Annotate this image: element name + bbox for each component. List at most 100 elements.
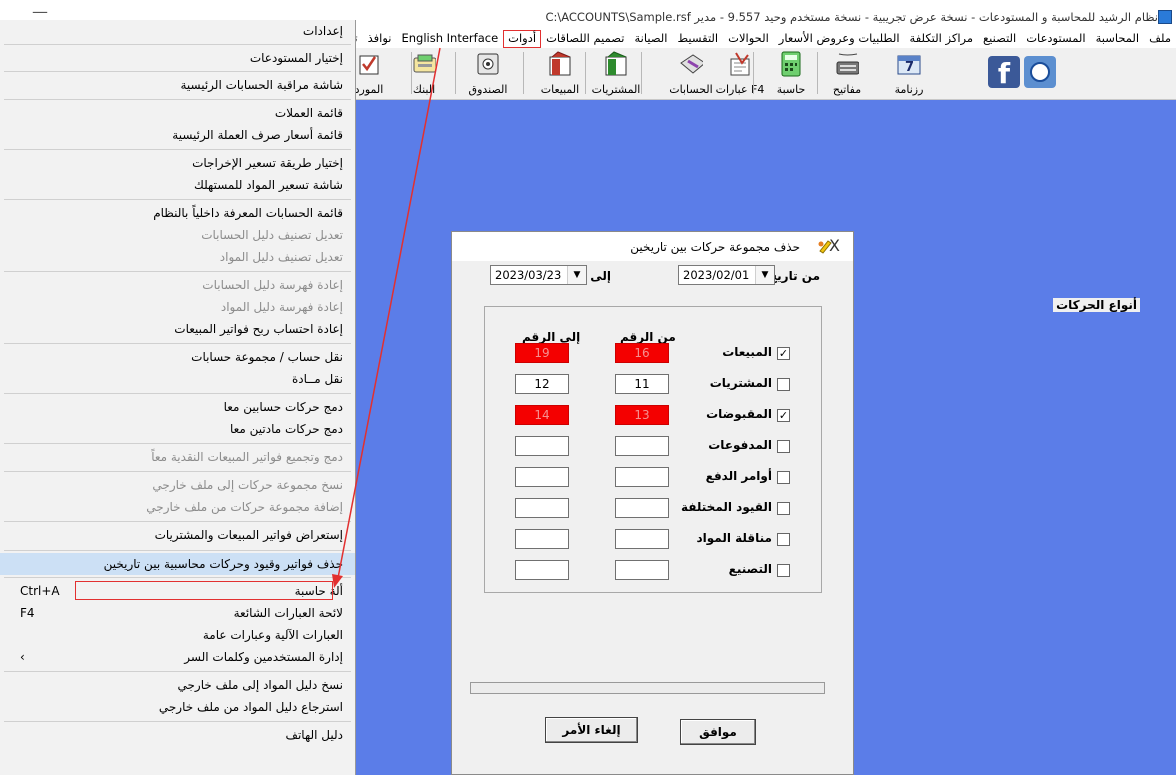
toolbar-button-sales[interactable]: المبيعات	[536, 48, 584, 98]
phrases-icon	[728, 51, 752, 77]
cancel-button[interactable]: إلغاء الأمر	[545, 717, 638, 743]
menu-item[interactable]: شاشة مراقبة الحسابات الرئيسية	[0, 74, 355, 96]
toolbar-button-purchases[interactable]: المشتريات	[592, 48, 640, 98]
menu-item-label: دمج حركات حسابين معا	[223, 400, 343, 414]
menu-item[interactable]: استرجاع دليل المواد من ملف خارجي	[0, 696, 355, 718]
minimize-button[interactable]: —	[32, 2, 48, 21]
menu-item[interactable]: إعدادات	[0, 20, 355, 42]
menu-item-label: شاشة مراقبة الحسابات الرئيسية	[180, 78, 343, 92]
menu-item[interactable]: حذف فواتير وقيود وحركات محاسبية بين تاري…	[0, 553, 355, 575]
menu-item[interactable]: دمج حركات مادتين معا	[0, 418, 355, 440]
toolbar-label: البنك	[412, 83, 436, 96]
facebook-icon[interactable]: f	[988, 56, 1020, 90]
menu-item[interactable]: نقل مــادة	[0, 368, 355, 390]
menu-separator	[4, 471, 351, 472]
toolbar-button-calculator[interactable]: حاسبة	[767, 48, 815, 98]
globe-icon[interactable]	[1024, 56, 1056, 88]
menubar-item[interactable]: المحاسبة	[1091, 30, 1145, 48]
menu-separator	[4, 577, 351, 578]
transaction-types-label: أنواع الحركات	[1053, 298, 1140, 312]
menubar-item[interactable]: تصميم اللصاقات	[541, 30, 629, 48]
menu-item[interactable]: العبارات الآلية وعبارات عامة	[0, 624, 355, 646]
menu-item-label: قائمة الحسابات المعرفة داخلياً بالنظام	[153, 206, 343, 220]
toolbar-button-accounts[interactable]: الحسابات	[667, 48, 715, 98]
to-date-picker[interactable]: 2023/03/23 ▼	[490, 265, 587, 285]
menu-item[interactable]: دمج حركات حسابين معا	[0, 396, 355, 418]
menu-item-label: قائمة العملات	[274, 106, 343, 120]
from-number-field[interactable]: 11	[615, 374, 669, 394]
toolbar-button-safe[interactable]: الصندوق	[464, 48, 512, 98]
menu-item: إعادة فهرسة دليل المواد	[0, 296, 355, 318]
menu-separator	[4, 271, 351, 272]
to-number-field[interactable]	[515, 560, 569, 580]
from-number-field[interactable]	[615, 467, 669, 487]
to-number-field[interactable]: 12	[515, 374, 569, 394]
accounts-icon	[679, 51, 703, 77]
menu-item[interactable]: لائحة العبارات الشائعة F4	[0, 602, 355, 624]
transaction-type-checkbox[interactable]	[777, 533, 790, 546]
menubar-item[interactable]: التقسيط	[673, 30, 724, 48]
menu-item-label: تعديل تصنيف دليل الحسابات	[201, 228, 343, 242]
to-number-field[interactable]: 14	[515, 405, 569, 425]
from-number-field[interactable]	[615, 529, 669, 549]
to-number-field[interactable]	[515, 498, 569, 518]
from-number-field[interactable]: 13	[615, 405, 669, 425]
toolbar-label: مفاتيح	[832, 83, 862, 96]
menu-item-label: شاشة تسعير المواد للمستهلك	[193, 178, 343, 192]
menu-item: دمج وتجميع فواتير المبيعات النقدية معاً	[0, 446, 355, 468]
menu-item[interactable]: إعادة احتساب ربح فواتير المبيعات	[0, 318, 355, 340]
to-number-field[interactable]	[515, 529, 569, 549]
menu-separator	[4, 149, 351, 150]
from-number-field[interactable]	[615, 498, 669, 518]
to-number-field[interactable]	[515, 436, 569, 456]
dialog-title-bar: X حذف مجموعة حركات بين تاريخين	[452, 232, 853, 261]
from-number-field[interactable]	[615, 560, 669, 580]
transaction-type-checkbox[interactable]	[777, 471, 790, 484]
transaction-type-label: المشتريات	[709, 376, 772, 390]
chevron-down-icon[interactable]: ▼	[567, 266, 586, 284]
menu-item[interactable]: قائمة الحسابات المعرفة داخلياً بالنظام	[0, 202, 355, 224]
from-date-picker[interactable]: 2023/02/01 ▼	[678, 265, 775, 285]
menu-item[interactable]: نقل حساب / مجموعة حسابات	[0, 346, 355, 368]
toolbar-button-bank[interactable]: البنك	[400, 48, 448, 98]
from-number-field[interactable]: 16	[615, 343, 669, 363]
to-number-field[interactable]	[515, 467, 569, 487]
menu-item[interactable]: نسخ دليل المواد إلى ملف خارجي	[0, 674, 355, 696]
menu-item[interactable]: دليل الهاتف	[0, 724, 355, 746]
menu-item[interactable]: إختيار المستودعات	[0, 47, 355, 69]
menu-item[interactable]: إدارة المستخدمين وكلمات السر ‹	[0, 646, 355, 668]
menubar-item[interactable]: الطلبيات وعروض الأسعار	[774, 30, 905, 48]
toolbar-button-keyboard[interactable]: مفاتيح	[823, 48, 871, 98]
menubar-item[interactable]: نوافذ	[363, 30, 397, 48]
menubar-item[interactable]: أدوات	[503, 30, 542, 48]
menubar-item[interactable]: المستودعات	[1021, 30, 1090, 48]
tools-menu: إعدادات إختيار المستودعات شاشة مراقبة الحس…	[0, 20, 356, 775]
toolbar-button-phrases[interactable]: عبارات F4	[716, 48, 764, 98]
to-number-field[interactable]: 19	[515, 343, 569, 363]
menu-separator	[4, 99, 351, 100]
menubar-item[interactable]: التصنيع	[978, 30, 1021, 48]
ok-button[interactable]: موافق	[680, 719, 756, 745]
from-number-field[interactable]	[615, 436, 669, 456]
menubar-item[interactable]: English Interface	[396, 30, 503, 48]
toolbar-button-calendar[interactable]: 7 رزنامة	[885, 48, 933, 98]
menubar-item[interactable]: ملف	[1144, 30, 1176, 48]
chevron-down-icon[interactable]: ▼	[755, 266, 774, 284]
transaction-type-checkbox[interactable]: ✓	[777, 347, 790, 360]
menu-separator	[4, 671, 351, 672]
menu-item[interactable]: شاشة تسعير المواد للمستهلك	[0, 174, 355, 196]
transaction-type-checkbox[interactable]	[777, 440, 790, 453]
menu-item[interactable]: إستعراض فواتير المبيعات والمشتريات	[0, 524, 355, 546]
transaction-type-checkbox[interactable]	[777, 564, 790, 577]
menu-item-label: إعادة فهرسة دليل المواد	[220, 300, 343, 314]
menu-item[interactable]: إختيار طريقة تسعير الإخراجات	[0, 152, 355, 174]
pencil-icon	[818, 240, 832, 254]
transaction-type-checkbox[interactable]: ✓	[777, 409, 790, 422]
transaction-type-checkbox[interactable]	[777, 502, 790, 515]
menubar-item[interactable]: الصيانة	[629, 30, 672, 48]
menubar-item[interactable]: الحوالات	[723, 30, 774, 48]
menubar-item[interactable]: مراكز التكلفة	[905, 30, 979, 48]
menu-item[interactable]: قائمة العملات	[0, 102, 355, 124]
menu-item[interactable]: قائمة أسعار صرف العملة الرئيسية	[0, 124, 355, 146]
transaction-type-checkbox[interactable]	[777, 378, 790, 391]
